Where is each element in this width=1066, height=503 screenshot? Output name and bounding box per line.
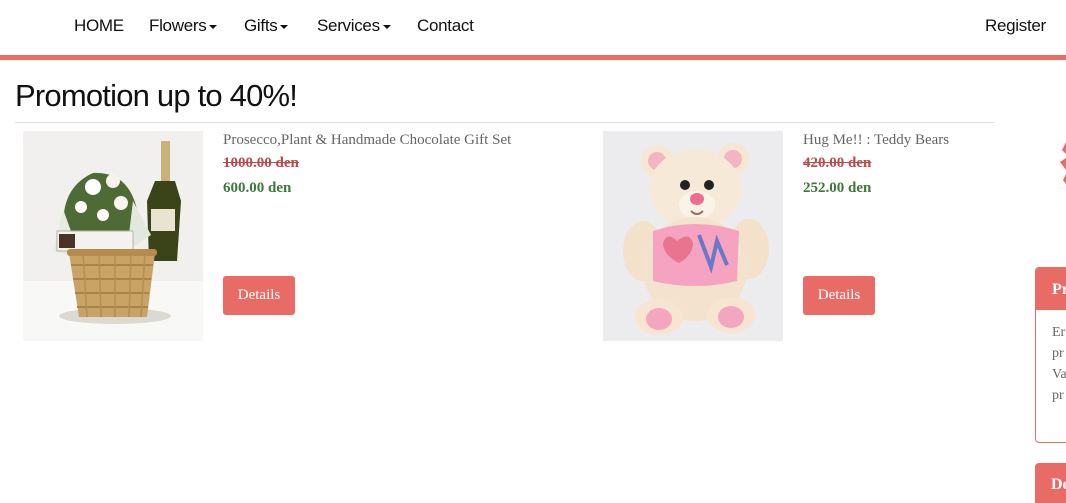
caret-down-icon [280,24,289,29]
product-card: Prosecco,Plant & Handmade Chocolate Gift… [23,131,583,341]
caret-down-icon [209,24,218,29]
product-image[interactable] [603,131,783,341]
nav-register-link[interactable]: Register [985,16,1046,36]
nav-flowers-label: Flowers [149,16,207,35]
cart-icon[interactable] [1060,138,1066,186]
nav-contact-link[interactable]: Contact [417,16,474,36]
old-price: 420.00 den [803,155,872,171]
sidebar-panel-text: Va [1052,367,1066,382]
nav-services-label: Services [317,16,380,35]
gift-basket-image [23,131,203,341]
cart-icon-graphic [1060,142,1066,184]
sidebar-panel-text: pr [1052,346,1064,361]
caret-down-icon [382,24,391,29]
nav-services-dropdown[interactable]: Services [317,16,391,36]
sidebar-panel-text: pr [1052,388,1064,403]
sidebar-panel-body: Er pr Va pr [1036,310,1066,406]
details-button[interactable]: Details [803,276,875,315]
sidebar-panel-2: De [1035,463,1066,503]
sidebar-panel: Pr Er pr Va pr [1035,267,1066,443]
sale-price: 600.00 den [223,180,292,196]
sidebar-panel-text: Er [1052,325,1066,340]
navbar-accent-border [0,55,1066,60]
nav-home-link[interactable]: HOME [74,16,124,36]
page-title: Promotion up to 40%! [15,78,298,113]
details-button[interactable]: Details [223,276,295,315]
title-divider [15,122,994,123]
sidebar-panel-2-title: De [1051,476,1066,493]
nav-gifts-dropdown[interactable]: Gifts [244,16,289,36]
sidebar-panel-title: Pr [1036,268,1066,310]
product-image[interactable] [23,131,203,341]
sale-price: 252.00 den [803,180,872,196]
product-card: Hug Me!! : Teddy Bears 420.00 den 252.00… [603,131,1066,341]
nav-gifts-label: Gifts [244,16,278,35]
old-price: 1000.00 den [223,155,299,171]
nav-flowers-dropdown[interactable]: Flowers [149,16,218,36]
product-name[interactable]: Prosecco,Plant & Handmade Chocolate Gift… [223,132,511,149]
teddy-bear-image [603,131,783,341]
top-navbar: HOME Flowers Gifts Services Contact Regi… [0,0,1066,55]
product-name[interactable]: Hug Me!! : Teddy Bears [803,132,949,149]
